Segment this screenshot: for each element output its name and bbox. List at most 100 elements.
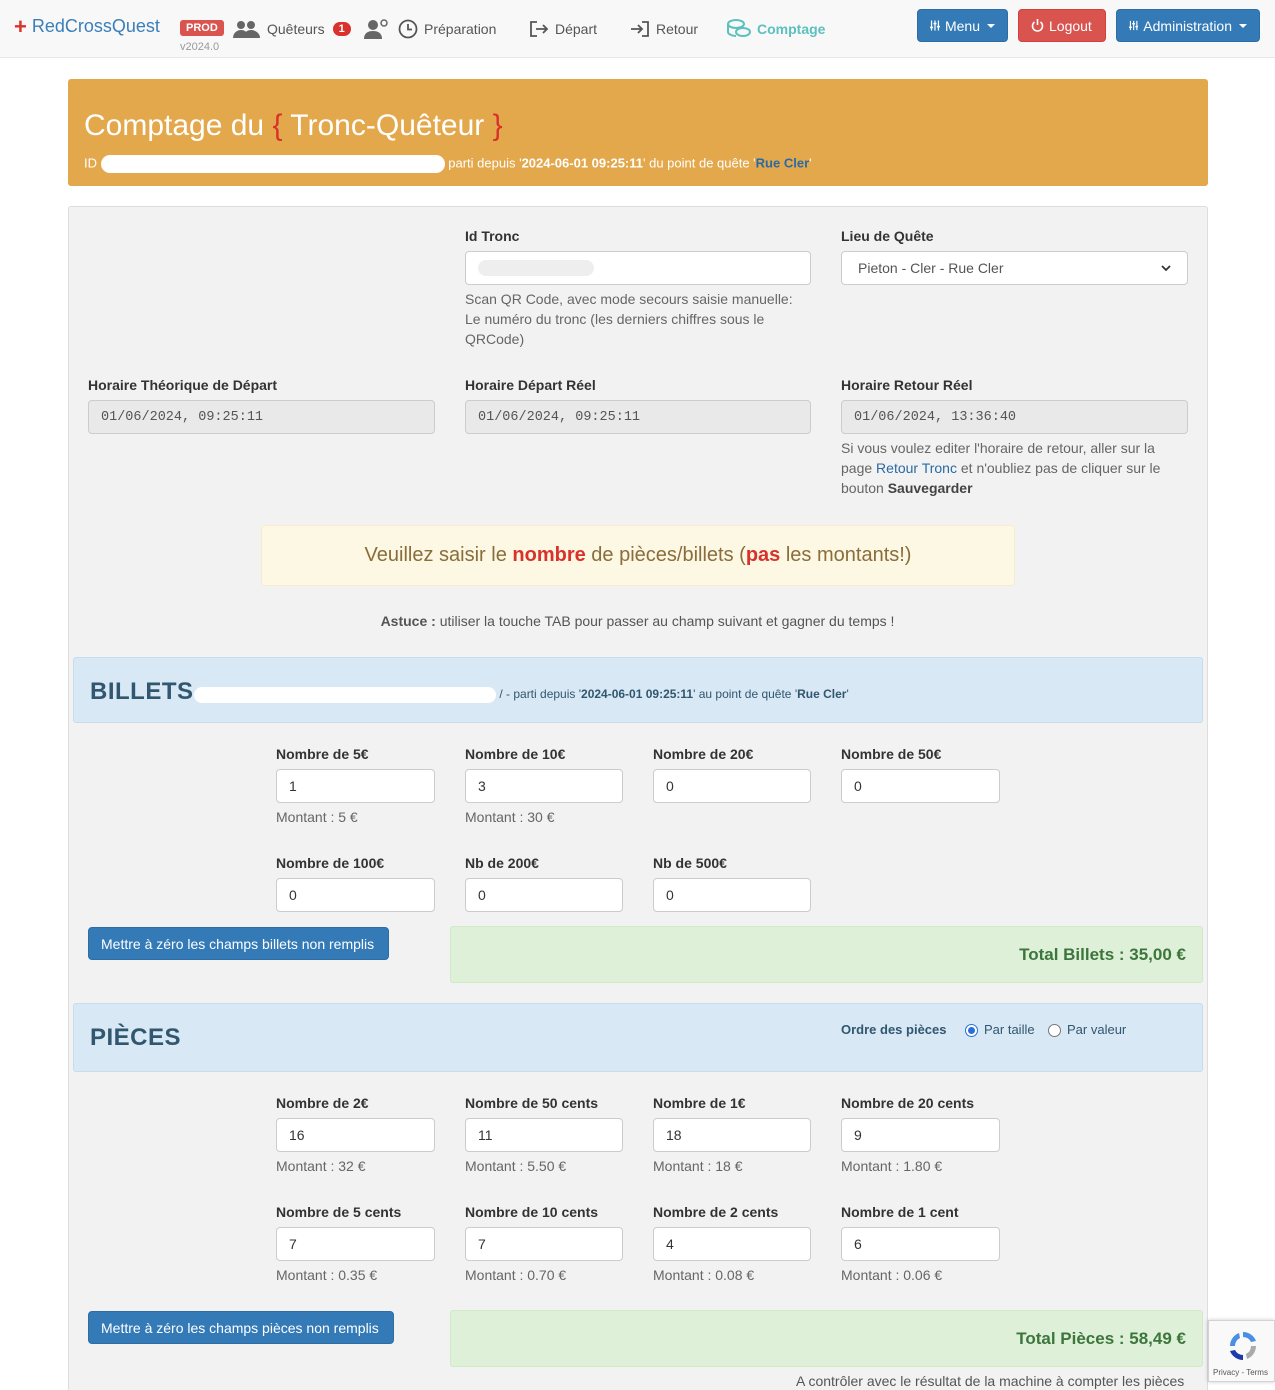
pieces-title: PIÈCES: [90, 1024, 182, 1051]
billet-500-input[interactable]: 0: [653, 878, 811, 912]
lieu-select[interactable]: Pieton - Cler - Rue Cler: [841, 251, 1188, 285]
piece-20c-input[interactable]: 9: [841, 1118, 1000, 1152]
point-name-link[interactable]: Rue Cler: [756, 155, 809, 170]
reset-pieces-button[interactable]: Mettre à zéro les champs pièces non remp…: [88, 1311, 394, 1344]
piece-2c-input[interactable]: 4: [653, 1227, 811, 1261]
sliders-icon: [1129, 20, 1139, 31]
nav-add-queteur[interactable]: [364, 14, 388, 44]
radio-unchecked-icon[interactable]: [1048, 1024, 1061, 1038]
caret-down-icon: [1239, 23, 1247, 28]
id-tronc-label: Id Tronc: [465, 228, 520, 244]
horaire-retour-help: Si vous voulez editer l'horaire de retou…: [841, 438, 1186, 498]
piece-1c-montant: Montant : 0.06 €: [841, 1267, 943, 1283]
header-subtitle: ID parti depuis '2024-06-01 09:25:11' du…: [84, 155, 812, 173]
nav-comptage-label: Comptage: [757, 21, 826, 37]
piece-10c-label: Nombre de 10 cents: [465, 1204, 599, 1220]
total-pieces-text: Total Pièces : 58,49 €: [1016, 1328, 1186, 1348]
order-par-valeur[interactable]: Par valeur: [1048, 1022, 1126, 1038]
piece-5c-input[interactable]: 7: [276, 1227, 435, 1261]
warning-nombre: nombre: [512, 544, 586, 566]
nav-depart[interactable]: Départ: [529, 14, 597, 44]
piece-1e-input[interactable]: 18: [653, 1118, 811, 1152]
point-text: ' du point de quête ': [643, 155, 756, 171]
administration-dropdown-button[interactable]: Administration: [1116, 9, 1260, 42]
id-tronc-help: Scan QR Code, avec mode secours saisie m…: [465, 291, 793, 347]
brand-name: RedCrossQuest: [31, 16, 160, 36]
billet-20-input[interactable]: 0: [653, 769, 811, 803]
redacted-tronc-id: [478, 260, 594, 276]
billet-100-input[interactable]: 0: [276, 878, 435, 912]
billets-meta-date: 2024-06-01 09:25:11: [581, 687, 694, 702]
lieu-select-value: Pieton - Cler - Rue Cler: [858, 260, 1004, 276]
horaire-retour-input: 01/06/2024, 13:36:40: [841, 400, 1188, 434]
queteurs-count-badge: 1: [332, 22, 351, 36]
reset-billets-button[interactable]: Mettre à zéro les champs billets non rem…: [88, 927, 389, 960]
id-label: ID: [84, 155, 97, 171]
piece-2e-montant: Montant : 32 €: [276, 1158, 366, 1174]
title-brace-close: }: [492, 109, 503, 142]
nav-retour-label: Retour: [656, 21, 699, 37]
nav-preparation[interactable]: Préparation: [398, 14, 496, 44]
nav-depart-label: Départ: [555, 21, 598, 37]
billet-100-label: Nombre de 100€: [276, 855, 385, 871]
logout-button[interactable]: Logout: [1018, 9, 1106, 42]
piece-2e-label: Nombre de 2€: [276, 1095, 369, 1111]
departed-since-text: parti depuis ': [448, 155, 522, 171]
menu-dropdown-button[interactable]: Menu: [917, 9, 1008, 42]
recaptcha-badge[interactable]: Privacy - Terms: [1208, 1320, 1275, 1382]
retour-tronc-link[interactable]: Retour Tronc: [876, 460, 957, 476]
piece-50c-input[interactable]: 11: [465, 1118, 623, 1152]
top-navbar: + RedCrossQuest PROD v2024.0 Quêteurs 1 …: [0, 0, 1275, 58]
billet-5-label: Nombre de 5€: [276, 746, 369, 762]
warning-text-2: de pièces/billets (: [591, 544, 746, 566]
piece-5c-montant: Montant : 0.35 €: [276, 1267, 378, 1283]
billet-10-input[interactable]: 3: [465, 769, 623, 803]
logout-label: Logout: [1049, 17, 1092, 34]
red-cross-icon: +: [14, 13, 27, 39]
piece-1e-montant: Montant : 18 €: [653, 1158, 743, 1174]
sliders-icon: [930, 20, 940, 31]
piece-1c-input[interactable]: 6: [841, 1227, 1000, 1261]
billet-5-montant: Montant : 5 €: [276, 809, 358, 825]
piece-50c-label: Nombre de 50 cents: [465, 1095, 599, 1111]
order-par-taille-label: Par taille: [984, 1022, 1035, 1037]
redacted-queteur: [194, 687, 496, 703]
piece-20c-label: Nombre de 20 cents: [841, 1095, 975, 1111]
piece-5c-label: Nombre de 5 cents: [276, 1204, 402, 1220]
coins-icon: [727, 19, 751, 37]
title-entity: Tronc-Quêteur: [290, 109, 485, 142]
tip-body: utiliser la touche TAB pour passer au ch…: [439, 613, 895, 629]
piece-10c-input[interactable]: 7: [465, 1227, 623, 1261]
horaire-theorique-label: Horaire Théorique de Départ: [88, 377, 278, 393]
clock-icon: [398, 19, 418, 39]
piece-2e-input[interactable]: 16: [276, 1118, 435, 1152]
user-settings-icon: [364, 19, 388, 39]
nav-preparation-label: Préparation: [424, 21, 497, 37]
chevron-down-icon: [1161, 264, 1171, 271]
radio-checked-icon[interactable]: [965, 1024, 978, 1038]
total-pieces: Total Pièces : 58,49 €: [450, 1310, 1203, 1367]
title-brace-open: {: [272, 109, 283, 142]
billets-section-header: BILLETS / - parti depuis '2024-06-01 09:…: [73, 657, 1203, 723]
order-par-taille[interactable]: Par taille: [965, 1022, 1035, 1038]
recaptcha-icon: [1230, 1332, 1256, 1360]
nav-queteurs[interactable]: Quêteurs 1: [233, 14, 351, 44]
nav-queteurs-label: Quêteurs: [267, 21, 325, 37]
nav-comptage[interactable]: Comptage: [727, 14, 825, 44]
piece-1e-label: Nombre de 1€: [653, 1095, 746, 1111]
billet-5-input[interactable]: 1: [276, 769, 435, 803]
app-version: v2024.0: [180, 41, 220, 53]
brand-link[interactable]: + RedCrossQuest: [14, 13, 160, 39]
menu-label: Menu: [944, 17, 980, 34]
billet-200-input[interactable]: 0: [465, 878, 623, 912]
billets-meta-sep: / - parti depuis ': [499, 687, 582, 702]
total-billets-text: Total Billets : 35,00 €: [1019, 944, 1186, 964]
nav-retour[interactable]: Retour: [630, 14, 698, 44]
horaire-depart-label: Horaire Départ Réel: [465, 377, 596, 393]
id-tronc-input[interactable]: [465, 251, 811, 285]
billet-50-input[interactable]: 0: [841, 769, 1000, 803]
horaire-retour-label: Horaire Retour Réel: [841, 377, 973, 393]
pieces-section-header: PIÈCES Ordre des pièces Par taille Par v…: [73, 1003, 1203, 1072]
piece-20c-montant: Montant : 1.80 €: [841, 1158, 943, 1174]
env-badge: PROD: [180, 20, 224, 36]
